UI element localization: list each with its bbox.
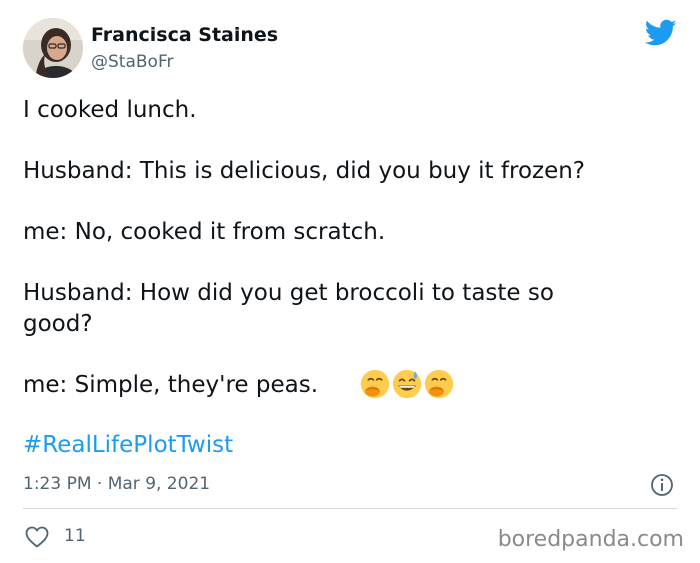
avatar[interactable] bbox=[23, 18, 83, 78]
grinning-sweat-emoji bbox=[392, 369, 422, 399]
tweet-text-line: good? bbox=[23, 311, 93, 337]
tweet-text-line: Husband: How did you get broccoli to tas… bbox=[23, 280, 554, 306]
avatar-image bbox=[23, 18, 83, 78]
twitter-bird-icon[interactable] bbox=[645, 19, 677, 47]
hand-over-mouth-emoji bbox=[424, 369, 454, 399]
watermark: boredpanda.com bbox=[497, 527, 684, 552]
tweet-text-line: I cooked lunch. bbox=[23, 97, 197, 123]
tweet-text-line: Husband: This is delicious, did you buy … bbox=[23, 158, 586, 184]
tweet-text-line: me: No, cooked it from scratch. bbox=[23, 219, 386, 245]
author-handle[interactable]: @StaBoFr bbox=[91, 51, 173, 73]
tweet-text-line: me: Simple, they're peas. bbox=[23, 372, 319, 398]
heart-icon[interactable] bbox=[25, 526, 49, 548]
info-icon[interactable] bbox=[650, 473, 674, 497]
divider bbox=[23, 508, 677, 509]
timestamp[interactable]: 1:23 PM · Mar 9, 2021 bbox=[23, 472, 210, 496]
author-name[interactable]: Francisca Staines bbox=[91, 23, 278, 47]
hashtag-link[interactable]: #RealLifePlotTwist bbox=[23, 430, 233, 461]
hand-over-mouth-emoji bbox=[360, 369, 390, 399]
like-count: 11 bbox=[64, 526, 86, 546]
emoji-row bbox=[360, 369, 454, 401]
tweet-card: Francisca Staines @StaBoFr I cooked lunc… bbox=[0, 0, 700, 563]
